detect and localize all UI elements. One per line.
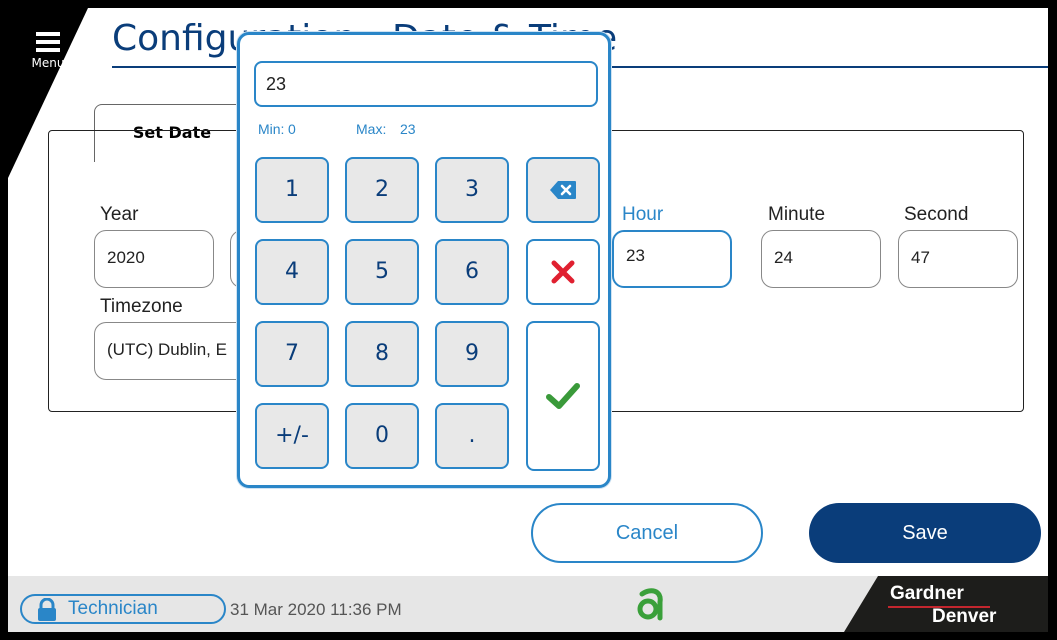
backspace-button[interactable] <box>526 157 600 223</box>
key-0[interactable]: 0 <box>345 403 419 469</box>
key-4[interactable]: 4 <box>255 239 329 305</box>
user-role-button[interactable]: Technician <box>20 594 226 624</box>
hour-label: Hour <box>622 204 664 225</box>
brand-line-2: Denver <box>932 606 997 627</box>
hour-input[interactable]: 23 <box>612 230 732 288</box>
timezone-select[interactable]: (UTC) Dublin, E <box>94 322 254 380</box>
lock-icon <box>36 597 58 630</box>
key-2[interactable]: 2 <box>345 157 419 223</box>
key-decimal[interactable]: . <box>435 403 509 469</box>
min-label: Min: <box>258 121 285 137</box>
status-bar: Technician 31 Mar 2020 11:36 PM Gardner … <box>8 576 1048 632</box>
brand-logo-icon <box>634 588 670 626</box>
backspace-icon <box>549 177 577 202</box>
save-button[interactable]: Save <box>809 503 1041 563</box>
key-6[interactable]: 6 <box>435 239 509 305</box>
key-5[interactable]: 5 <box>345 239 419 305</box>
hamburger-icon <box>22 32 74 52</box>
minute-input[interactable]: 24 <box>761 230 881 288</box>
menu-button[interactable]: Menu <box>22 26 74 80</box>
confirm-button[interactable] <box>526 321 600 471</box>
second-input[interactable]: 47 <box>898 230 1018 288</box>
brand-line-1: Gardner <box>890 583 964 604</box>
key-3[interactable]: 3 <box>435 157 509 223</box>
keypad-display[interactable]: 23 <box>254 61 598 107</box>
cancel-button[interactable]: Cancel <box>531 503 763 563</box>
status-datetime: 31 Mar 2020 11:36 PM <box>230 600 402 619</box>
numeric-keypad: 23 Min: 0 Max: 23 1 2 3 4 5 6 7 8 9 +/- … <box>237 32 611 488</box>
brand-logo: Gardner Denver <box>844 576 1048 632</box>
clear-button[interactable] <box>526 239 600 305</box>
max-label: Max: <box>356 121 387 137</box>
year-label: Year <box>100 204 139 225</box>
screen: Menu Configuration - Date & Time Set Dat… <box>8 8 1048 632</box>
timezone-label: Timezone <box>100 296 183 317</box>
year-input[interactable]: 2020 <box>94 230 214 288</box>
max-value: 23 <box>400 121 416 137</box>
menu-label: Menu <box>31 56 65 70</box>
key-1[interactable]: 1 <box>255 157 329 223</box>
second-label: Second <box>904 204 969 225</box>
x-icon <box>551 259 575 284</box>
key-plus-minus[interactable]: +/- <box>255 403 329 469</box>
user-role-label: Technician <box>68 598 158 619</box>
key-9[interactable]: 9 <box>435 321 509 387</box>
min-value: 0 <box>288 121 296 137</box>
checkmark-icon <box>546 383 580 409</box>
key-7[interactable]: 7 <box>255 321 329 387</box>
key-8[interactable]: 8 <box>345 321 419 387</box>
minute-label: Minute <box>768 204 826 225</box>
